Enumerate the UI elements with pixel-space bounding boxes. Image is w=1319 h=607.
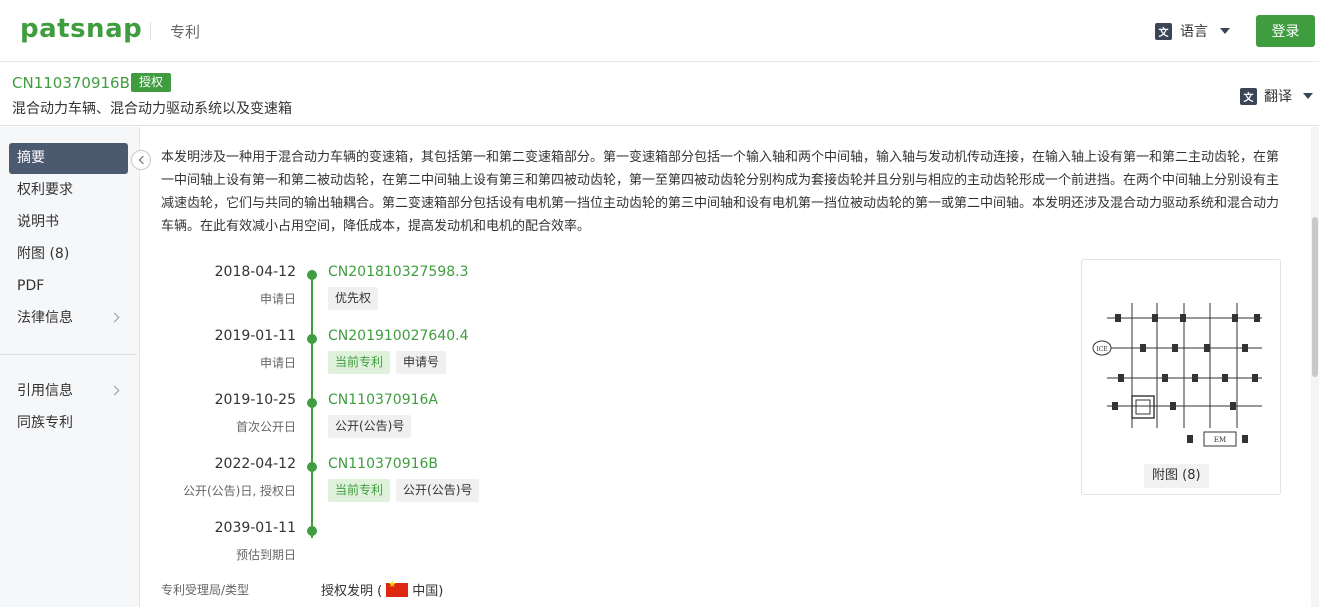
sidebar-item-family[interactable]: 同族专利 <box>9 408 128 439</box>
sidebar-item-label: 权利要求 <box>17 182 73 198</box>
event-date: 2018-04-12 <box>214 264 296 280</box>
event-date: 2019-01-11 <box>214 328 296 344</box>
event-number-link[interactable]: CN110370916A <box>328 392 438 408</box>
section-title[interactable]: 专利 <box>170 21 200 42</box>
drawing-caption[interactable]: 附图 (8) <box>1144 464 1209 488</box>
sidebar-nav: 摘要 权利要求 说明书 附图 (8) PDF 法律信息 引用信息 同族专利 <box>0 127 140 607</box>
sidebar-item-claims[interactable]: 权利要求 <box>9 175 128 206</box>
meta-key: 专利受理局/类型 <box>161 583 250 597</box>
sidebar-item-label: 摘要 <box>17 150 45 166</box>
translate-label: 翻译 <box>1264 89 1292 105</box>
timeline-dot <box>307 398 317 408</box>
meta-value-country: 中国) <box>412 584 444 599</box>
event-label: 公开(公告)日, 授权日 <box>183 484 296 498</box>
sidebar-item-label: 附图 (8) <box>17 246 70 262</box>
timeline-event: 2018-04-12 申请日 CN201810327598.3 优先权 <box>160 262 660 322</box>
patent-drawing-image[interactable]: ICE EM <box>1092 278 1272 458</box>
event-tags: 优先权 <box>328 287 379 310</box>
event-date: 2022-04-12 <box>214 456 296 472</box>
event-number-link[interactable]: CN110370916B <box>328 456 438 472</box>
meta-value-type: 授权发明 ( <box>321 584 383 599</box>
sidebar-item-label: 说明书 <box>17 214 59 230</box>
event-tags: 公开(公告)号 <box>328 415 412 438</box>
timeline-dot <box>307 334 317 344</box>
event-tags: 当前专利 申请号 <box>328 351 447 374</box>
timeline-dot <box>307 462 317 472</box>
timeline-event: 2039-01-11 预估到期日 <box>160 518 660 578</box>
sidebar-item-pdf[interactable]: PDF <box>9 271 128 302</box>
sidebar-item-drawings[interactable]: 附图 (8) <box>9 239 128 270</box>
current-patent-tag: 当前专利 <box>328 351 391 374</box>
document-title: 混合动力车辆、混合动力驱动系统以及变速箱 <box>12 101 292 117</box>
sidebar-item-legal[interactable]: 法律信息 <box>9 303 128 334</box>
sidebar-item-description[interactable]: 说明书 <box>9 207 128 238</box>
timeline-dot <box>307 526 317 536</box>
event-label: 申请日 <box>259 292 296 306</box>
sidebar-item-label: 法律信息 <box>17 310 73 326</box>
timeline-event: 2022-04-12 公开(公告)日, 授权日 CN110370916B 当前专… <box>160 454 660 514</box>
sidebar-item-abstract[interactable]: 摘要 <box>9 143 128 174</box>
scrollbar-thumb[interactable] <box>1312 217 1318 377</box>
drawing-preview-card[interactable]: ICE EM 附图 (8) <box>1081 259 1281 495</box>
translate-selector[interactable]: 文 翻译 <box>1240 86 1313 106</box>
event-label: 首次公开日 <box>235 420 296 434</box>
sidebar-item-citations[interactable]: 引用信息 <box>9 376 128 407</box>
legal-timeline: 2018-04-12 申请日 CN201810327598.3 优先权 2019… <box>160 258 660 568</box>
publication-number: CN110370916B <box>12 74 130 92</box>
chevron-left-icon <box>138 155 147 165</box>
event-date: 2039-01-11 <box>214 520 296 536</box>
patent-office-row: 专利受理局/类型 授权发明 ( 中国) <box>161 578 761 602</box>
chevron-right-icon <box>109 312 120 323</box>
top-bar: patsnap 专利 文 语言 登录 <box>0 0 1319 62</box>
document-header: CN110370916B 授权 混合动力车辆、混合动力驱动系统以及变速箱 文 翻… <box>0 62 1319 126</box>
caret-down-icon <box>1220 28 1230 34</box>
event-label: 预估到期日 <box>235 548 296 562</box>
status-badge: 授权 <box>131 73 172 92</box>
event-label: 申请日 <box>259 356 296 370</box>
meta-value: 授权发明 ( 中国) <box>321 580 444 600</box>
event-tags: 当前专利 公开(公告)号 <box>328 479 480 502</box>
chevron-right-icon <box>109 385 120 396</box>
header-divider <box>150 22 151 40</box>
current-patent-tag: 当前专利 <box>328 479 391 502</box>
tag: 公开(公告)号 <box>396 479 480 502</box>
event-number-link[interactable]: CN201810327598.3 <box>328 264 469 280</box>
timeline-event: 2019-01-11 申请日 CN201910027640.4 当前专利 申请号 <box>160 326 660 386</box>
sidebar-item-label: 引用信息 <box>17 383 73 399</box>
engine-label: ICE <box>1096 346 1107 353</box>
collapse-sidebar-button[interactable] <box>131 150 151 170</box>
sidebar-item-label: PDF <box>17 278 45 294</box>
sidebar-item-label: 同族专利 <box>17 415 73 431</box>
tag: 优先权 <box>328 287 379 310</box>
motor-label: EM <box>1214 436 1226 444</box>
event-date: 2019-10-25 <box>214 392 296 408</box>
abstract-text: 本发明涉及一种用于混合动力车辆的变速箱，其包括第一和第二变速箱部分。第一变速箱部… <box>161 150 1280 234</box>
language-selector[interactable]: 文 语言 <box>1155 21 1230 41</box>
patsnap-logo[interactable]: patsnap <box>20 14 142 44</box>
translate-icon: 文 <box>1155 22 1172 40</box>
timeline-dot <box>307 270 317 280</box>
translate-icon: 文 <box>1240 87 1257 105</box>
login-button[interactable]: 登录 <box>1256 15 1315 47</box>
page-scrollbar[interactable] <box>1311 127 1319 607</box>
china-flag-icon <box>386 580 409 597</box>
sidebar-divider <box>0 354 137 355</box>
timeline-event: 2019-10-25 首次公开日 CN110370916A 公开(公告)号 <box>160 390 660 450</box>
tag: 公开(公告)号 <box>328 415 412 438</box>
language-label: 语言 <box>1180 24 1208 40</box>
event-number-link[interactable]: CN201910027640.4 <box>328 328 469 344</box>
caret-down-icon <box>1303 93 1313 99</box>
tag: 申请号 <box>396 351 447 374</box>
